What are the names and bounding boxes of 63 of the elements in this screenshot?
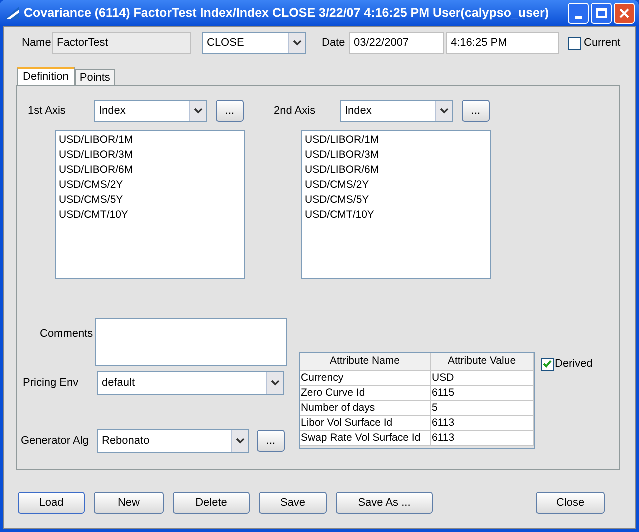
list-item[interactable]: USD/CMS/2Y [59, 178, 244, 193]
generator-alg-dropdown[interactable]: Rebonato [97, 429, 249, 453]
list-item[interactable]: USD/CMS/5Y [305, 193, 490, 208]
column-header[interactable]: Attribute Name [300, 353, 431, 370]
table-cell: Currency [300, 371, 431, 385]
app-logo-icon [4, 6, 20, 20]
table-cell: 6113 [431, 416, 534, 430]
axis-label: 2nd Axis [274, 104, 317, 119]
date-label: Date [322, 36, 346, 51]
minimize-button[interactable] [568, 2, 589, 24]
derived-label: Derived [555, 357, 593, 372]
checkbox[interactable] [568, 36, 581, 50]
list-item[interactable]: USD/CMS/2Y [305, 178, 490, 193]
list-item[interactable]: USD/LIBOR/6M [305, 163, 490, 178]
column-header[interactable]: Attribute Value [431, 353, 534, 370]
time-field[interactable]: 4:16:25 PM [446, 32, 559, 54]
button[interactable]: Delete [173, 492, 250, 514]
table-cell: 6115 [431, 386, 534, 400]
checkbox[interactable] [541, 358, 554, 371]
axis-dropdown[interactable]: Index [94, 100, 207, 122]
button[interactable]: Save [259, 492, 327, 514]
button[interactable]: New [94, 492, 164, 514]
list-item[interactable]: USD/LIBOR/3M [305, 148, 490, 163]
list-item[interactable]: USD/CMT/10Y [305, 208, 490, 223]
axis-list[interactable]: USD/LIBOR/1M USD/LIBOR/3M USD/LIBOR/6M USD/CMS/2Y USD/CMS/5Y USD/CMT/10Y [55, 130, 245, 279]
button[interactable]: Load [18, 492, 85, 514]
table-cell: 6113 [431, 431, 534, 445]
pricing-env-dropdown[interactable]: default [97, 371, 284, 395]
axis-dropdown[interactable]: Index [340, 100, 453, 122]
pricing-env-label: Pricing Env [23, 376, 80, 391]
close-icon [619, 8, 630, 18]
list-item[interactable]: USD/CMT/10Y [59, 208, 244, 223]
button[interactable]: ... [257, 430, 285, 452]
button[interactable]: ... [216, 100, 244, 122]
name-label: Name [22, 36, 52, 51]
date-field[interactable]: 03/22/2007 [349, 32, 444, 54]
list-item[interactable]: USD/LIBOR/3M [59, 148, 244, 163]
close-button[interactable] [614, 2, 635, 24]
list-item[interactable]: USD/LIBOR/1M [305, 133, 490, 148]
list-item[interactable]: USD/LIBOR/1M [59, 133, 244, 148]
button[interactable]: ... [462, 100, 490, 122]
current-label: Current [584, 36, 621, 51]
generator-alg-label: Generator Alg [21, 434, 90, 449]
list-item[interactable]: USD/CMS/5Y [59, 193, 244, 208]
button[interactable]: Close [536, 492, 605, 514]
button[interactable]: Save As ... [336, 492, 433, 514]
window-title: Covariance (6114) FactorTest Index/Index CLOSE 3/22/07 4:16:25 PM User(calypso_user) [24, 4, 550, 22]
name-field[interactable]: FactorTest [52, 32, 191, 54]
table-cell: Libor Vol Surface Id [300, 416, 431, 430]
table-cell: USD [431, 371, 534, 385]
environment-dropdown[interactable]: CLOSE [202, 32, 306, 54]
table-cell: 5 [431, 401, 534, 415]
axis-list[interactable]: USD/LIBOR/1M USD/LIBOR/3M USD/LIBOR/6M USD/CMS/2Y USD/CMS/5Y USD/CMT/10Y [301, 130, 491, 279]
maximize-button[interactable] [591, 2, 612, 24]
table-cell: Zero Curve Id [300, 386, 431, 400]
list-item[interactable]: USD/LIBOR/6M [59, 163, 244, 178]
comments-label: Comments [40, 327, 94, 342]
table-cell: Number of days [300, 401, 431, 415]
table-cell: Swap Rate Vol Surface Id [300, 431, 431, 445]
comments-field[interactable] [95, 318, 287, 366]
tab[interactable]: Definition [17, 67, 75, 85]
tab[interactable]: Points [74, 69, 116, 85]
axis-label: 1st Axis [28, 104, 67, 119]
